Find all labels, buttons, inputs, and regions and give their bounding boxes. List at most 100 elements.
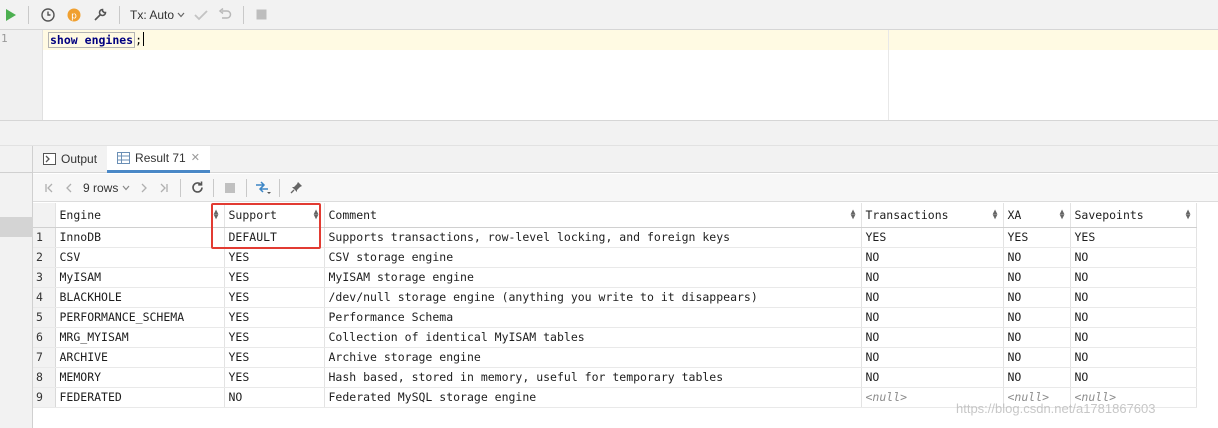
cell-savepoints[interactable]: NO xyxy=(1070,327,1197,348)
sort-icon[interactable]: ▲ ▼ xyxy=(851,208,856,221)
pin-tab-button[interactable] xyxy=(286,178,306,198)
cell-savepoints[interactable]: NO xyxy=(1070,367,1197,388)
cell-xa[interactable]: YES xyxy=(1003,227,1071,248)
cell-savepoints[interactable]: YES xyxy=(1070,227,1197,248)
sql-editor[interactable]: 1 show engines; xyxy=(0,30,1218,120)
result-grid[interactable]: Engine ▲ ▼ Support ▲ ▼ Comment ▲ ▼ Transaction… xyxy=(33,203,1197,408)
cell-support[interactable]: YES xyxy=(224,327,325,348)
column-header-label: XA xyxy=(1007,207,1022,222)
cell-xa[interactable]: NO xyxy=(1003,247,1071,268)
table-row[interactable]: 2 CSV YES CSV storage engine NO NO NO xyxy=(33,247,1197,268)
column-header-xa[interactable]: XA ▲ ▼ xyxy=(1003,203,1071,228)
header-row: Engine ▲ ▼ Support ▲ ▼ Comment ▲ ▼ Transaction… xyxy=(33,203,1197,228)
cell-engine[interactable]: CSV xyxy=(55,247,225,268)
column-header-support[interactable]: Support ▲ ▼ xyxy=(224,203,325,228)
sort-icon[interactable]: ▲ ▼ xyxy=(993,208,998,221)
cell-savepoints[interactable]: NO xyxy=(1070,307,1197,328)
cell-engine[interactable]: MRG_MYISAM xyxy=(55,327,225,348)
table-row[interactable]: 8 MEMORY YES Hash based, stored in memor… xyxy=(33,367,1197,388)
sort-icon[interactable]: ▲ ▼ xyxy=(1060,208,1065,221)
last-page-button[interactable] xyxy=(154,178,174,198)
cell-savepoints[interactable]: NO xyxy=(1070,347,1197,368)
cell-transactions[interactable]: NO xyxy=(861,267,1004,288)
cell-transactions[interactable]: NO xyxy=(861,287,1004,308)
sort-icon[interactable]: ▲ ▼ xyxy=(314,208,319,221)
reload-button[interactable] xyxy=(187,178,207,198)
first-page-button[interactable] xyxy=(39,178,59,198)
cell-transactions[interactable]: NO xyxy=(861,327,1004,348)
panel-splitter[interactable] xyxy=(0,120,1218,146)
column-header-transactions[interactable]: Transactions ▲ ▼ xyxy=(861,203,1004,228)
cell-savepoints[interactable]: NO xyxy=(1070,287,1197,308)
profile-button[interactable]: p xyxy=(61,0,87,30)
run-button[interactable] xyxy=(0,0,22,30)
refresh-icon xyxy=(192,181,203,193)
column-header-comment[interactable]: Comment ▲ ▼ xyxy=(324,203,862,228)
history-button[interactable] xyxy=(35,0,61,30)
cell-engine[interactable]: PERFORMANCE_SCHEMA xyxy=(55,307,225,328)
cell-engine[interactable]: ARCHIVE xyxy=(55,347,225,368)
cell-comment[interactable]: Collection of identical MyISAM tables xyxy=(324,327,862,348)
cell-engine[interactable]: MEMORY xyxy=(55,367,225,388)
cell-xa[interactable]: NO xyxy=(1003,287,1071,308)
cell-xa[interactable]: NO xyxy=(1003,307,1071,328)
cell-comment[interactable]: Hash based, stored in memory, useful for… xyxy=(324,367,862,388)
side-strip-selection[interactable] xyxy=(0,217,33,237)
page-size-dropdown[interactable]: 9 rows xyxy=(79,181,134,195)
cell-comment[interactable]: /dev/null storage engine (anything you w… xyxy=(324,287,862,308)
cell-engine[interactable]: InnoDB xyxy=(55,227,225,248)
cell-transactions[interactable]: NO xyxy=(861,347,1004,368)
sql-statement[interactable]: show engines; xyxy=(48,32,145,48)
cell-transactions[interactable]: NO xyxy=(861,367,1004,388)
cell-engine[interactable]: FEDERATED xyxy=(55,387,225,408)
cancel-query-button[interactable] xyxy=(220,178,240,198)
column-header-engine[interactable]: Engine ▲ ▼ xyxy=(55,203,225,228)
table-row[interactable]: 3 MyISAM YES MyISAM storage engine NO NO… xyxy=(33,267,1197,288)
cell-support[interactable]: YES xyxy=(224,287,325,308)
rollback-button[interactable] xyxy=(213,0,237,30)
table-row[interactable]: 6 MRG_MYISAM YES Collection of identical… xyxy=(33,327,1197,348)
cell-comment[interactable]: Performance Schema xyxy=(324,307,862,328)
table-row[interactable]: 7 ARCHIVE YES Archive storage engine NO … xyxy=(33,347,1197,368)
cell-comment[interactable]: Supports transactions, row-level locking… xyxy=(324,227,862,248)
cell-support[interactable]: DEFAULT xyxy=(224,227,325,248)
cell-xa[interactable]: NO xyxy=(1003,367,1071,388)
sort-icon[interactable]: ▲ ▼ xyxy=(214,208,219,221)
table-row[interactable]: 4 BLACKHOLE YES /dev/null storage engine… xyxy=(33,287,1197,308)
stop-button[interactable] xyxy=(250,0,272,30)
cell-savepoints[interactable]: NO xyxy=(1070,247,1197,268)
cell-support[interactable]: YES xyxy=(224,367,325,388)
cell-xa[interactable]: NO xyxy=(1003,347,1071,368)
commit-button[interactable] xyxy=(189,0,213,30)
tab-output[interactable]: Output xyxy=(33,146,107,173)
close-tab-icon[interactable]: ✕ xyxy=(191,151,200,164)
table-row[interactable]: 1 InnoDB DEFAULT Supports transactions, … xyxy=(33,227,1197,248)
cell-xa[interactable]: NO xyxy=(1003,327,1071,348)
cell-support[interactable]: NO xyxy=(224,387,325,408)
cell-support[interactable]: YES xyxy=(224,267,325,288)
cell-transactions[interactable]: YES xyxy=(861,227,1004,248)
cell-engine[interactable]: MyISAM xyxy=(55,267,225,288)
transaction-mode-dropdown[interactable]: Tx: Auto xyxy=(126,8,189,22)
cell-comment[interactable]: CSV storage engine xyxy=(324,247,862,268)
cell-comment[interactable]: MyISAM storage engine xyxy=(324,267,862,288)
cell-xa[interactable]: NO xyxy=(1003,267,1071,288)
cell-support[interactable]: YES xyxy=(224,307,325,328)
cell-engine[interactable]: BLACKHOLE xyxy=(55,287,225,308)
sort-icon[interactable]: ▲ ▼ xyxy=(1186,208,1191,221)
table-row[interactable]: 5 PERFORMANCE_SCHEMA YES Performance Sch… xyxy=(33,307,1197,328)
compare-button[interactable] xyxy=(253,178,273,198)
next-page-button[interactable] xyxy=(134,178,154,198)
cell-transactions[interactable]: NO xyxy=(861,247,1004,268)
cell-transactions[interactable]: NO xyxy=(861,307,1004,328)
sql-keyword-engines: engines xyxy=(84,33,134,47)
tab-result[interactable]: Result 71 ✕ xyxy=(107,145,210,173)
cell-support[interactable]: YES xyxy=(224,347,325,368)
cell-comment[interactable]: Archive storage engine xyxy=(324,347,862,368)
cell-comment[interactable]: Federated MySQL storage engine xyxy=(324,387,862,408)
previous-page-button[interactable] xyxy=(59,178,79,198)
column-header-savepoints[interactable]: Savepoints ▲ ▼ xyxy=(1070,203,1197,228)
cell-support[interactable]: YES xyxy=(224,247,325,268)
settings-button[interactable] xyxy=(87,0,113,30)
cell-savepoints[interactable]: NO xyxy=(1070,267,1197,288)
